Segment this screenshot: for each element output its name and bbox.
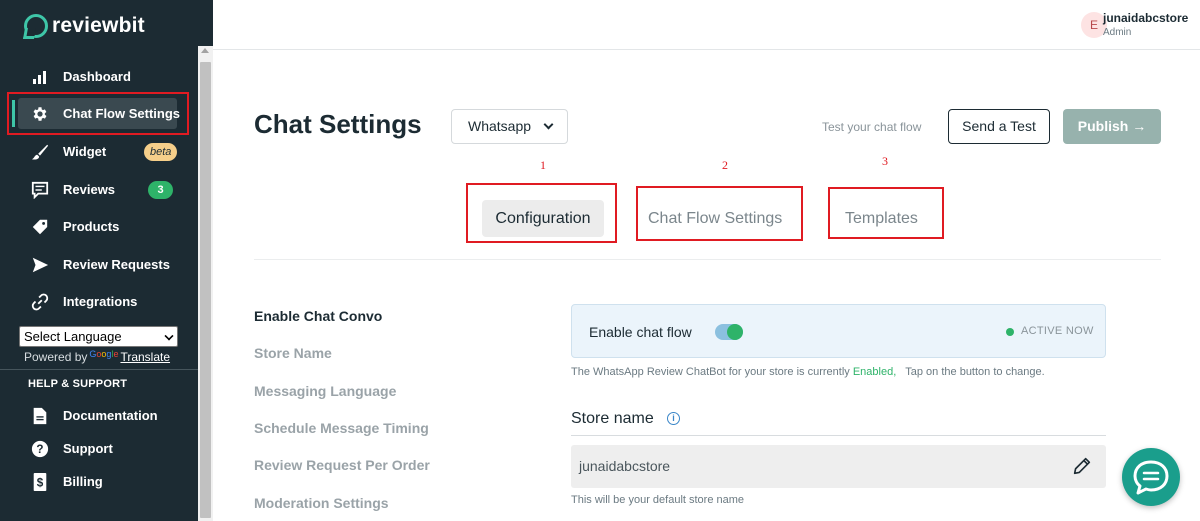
sidebar: reviewbit Dashboard Chat Flow Settings W… [0,0,213,521]
tab-annotation-3: 3 [882,154,888,168]
scrollbar-thumb[interactable] [200,62,211,518]
status-badge: ACTIVE NOW [1021,325,1094,337]
brush-icon [30,142,50,162]
brand-logo[interactable]: reviewbit [24,12,145,40]
sidebar-item-label: Widget [63,144,107,159]
document-icon [30,406,50,426]
translate-link[interactable]: Translate [120,350,170,364]
highlight-box-tab-3 [828,187,944,239]
sidebar-item-label: Billing [63,474,103,489]
user-role: Admin [1103,27,1132,38]
settings-nav-messaging-language[interactable]: Messaging Language [254,383,396,399]
top-bar: E junaidabcstore Admin [213,0,1200,50]
language-select[interactable]: Select Language [19,326,178,347]
sidebar-item-billing[interactable]: $ Billing [0,463,198,500]
highlight-box-tab-1 [466,183,617,243]
settings-nav-schedule-message-timing[interactable]: Schedule Message Timing [254,420,429,436]
beta-badge: beta [144,143,178,161]
test-chat-flow-text: Test your chat flow [822,120,922,134]
sidebar-scrollbar[interactable] [198,46,213,521]
status-dot-icon [1006,328,1014,336]
settings-nav-enable-chat-convo[interactable]: Enable Chat Convo [254,308,382,324]
question-icon: ? [30,439,50,459]
highlight-box-chat-flow-settings [7,92,189,135]
sidebar-item-dashboard[interactable]: Dashboard [0,58,198,95]
sidebar-item-review-requests[interactable]: Review Requests [0,246,198,283]
status-note-prefix: The WhatsApp Review ChatBot for your sto… [571,366,850,378]
language-select-value: Select Language [24,329,122,344]
chatbot-status-note: The WhatsApp Review ChatBot for your sto… [571,366,1045,378]
store-name-label: Store name [571,410,654,427]
review-icon [30,180,50,200]
store-name-hint: This will be your default store name [571,494,745,506]
highlight-box-tab-2 [636,186,803,241]
chat-bubble-icon [1133,460,1169,495]
info-icon[interactable]: i [667,412,680,425]
toggle-knob [727,324,743,340]
sidebar-item-support[interactable]: ? Support [0,430,198,467]
chevron-down-icon [164,331,174,341]
status-note-state: Enabled, [852,366,897,378]
store-name-input[interactable]: junaidabcstore [571,445,1106,488]
send-test-button[interactable]: Send a Test [948,109,1050,144]
sidebar-item-label: Products [63,219,120,234]
sidebar-item-documentation[interactable]: Documentation [0,397,198,434]
dollar-icon: $ [30,472,50,492]
tab-annotation-2: 2 [722,158,728,172]
reviews-count-badge: 3 [148,181,173,199]
sidebar-item-integrations[interactable]: Integrations [0,283,198,320]
sidebar-item-label: Documentation [63,408,158,423]
bar-chart-icon [30,67,50,87]
sidebar-item-widget[interactable]: Widget beta [0,133,198,170]
sidebar-item-label: Support [63,441,113,456]
user-name: junaidabcstore [1103,11,1189,25]
link-icon [30,292,50,312]
powered-by-text: Powered by [24,350,88,364]
publish-button[interactable]: Publish → [1063,109,1161,144]
tag-icon [30,217,50,237]
svg-text:$: $ [37,476,44,489]
chevron-down-icon [543,119,554,130]
channel-select[interactable]: Whatsapp [451,109,568,144]
pencil-icon[interactable] [1071,455,1093,477]
chat-bubble-icon [24,14,48,38]
help-support-heading: HELP & SUPPORT [28,378,128,390]
settings-nav-review-request-per-order[interactable]: Review Request Per Order [254,457,430,473]
settings-nav-moderation-settings[interactable]: Moderation Settings [254,495,389,511]
scroll-up-icon[interactable] [201,48,209,53]
sidebar-divider [0,369,198,370]
page-title: Chat Settings [254,109,422,139]
sidebar-item-reviews[interactable]: Reviews 3 [0,171,198,208]
enable-chat-flow-toggle[interactable] [715,324,743,340]
channel-select-value: Whatsapp [468,118,532,134]
svg-text:?: ? [36,443,43,456]
sidebar-item-label: Integrations [63,294,138,309]
sidebar-item-label: Reviews [63,182,116,197]
status-note-suffix: Tap on the button to change. [905,366,1045,378]
sidebar-item-label: Review Requests [63,257,170,272]
powered-by-google-translate: Powered by Google Translate [24,349,170,364]
enable-chat-flow-label: Enable chat flow [589,324,692,340]
store-name-divider [571,435,1106,436]
sidebar-item-products[interactable]: Products [0,208,198,245]
chat-support-button[interactable] [1122,448,1180,506]
tabs-divider [254,259,1161,260]
settings-nav-store-name[interactable]: Store Name [254,345,332,361]
sidebar-item-label: Dashboard [63,69,131,84]
send-icon [30,255,50,275]
enable-chat-flow-card: Enable chat flow ACTIVE NOW [571,304,1106,358]
brand-name: reviewbit [52,14,145,37]
google-logo: Google [89,349,119,359]
tab-annotation-1: 1 [540,158,546,172]
